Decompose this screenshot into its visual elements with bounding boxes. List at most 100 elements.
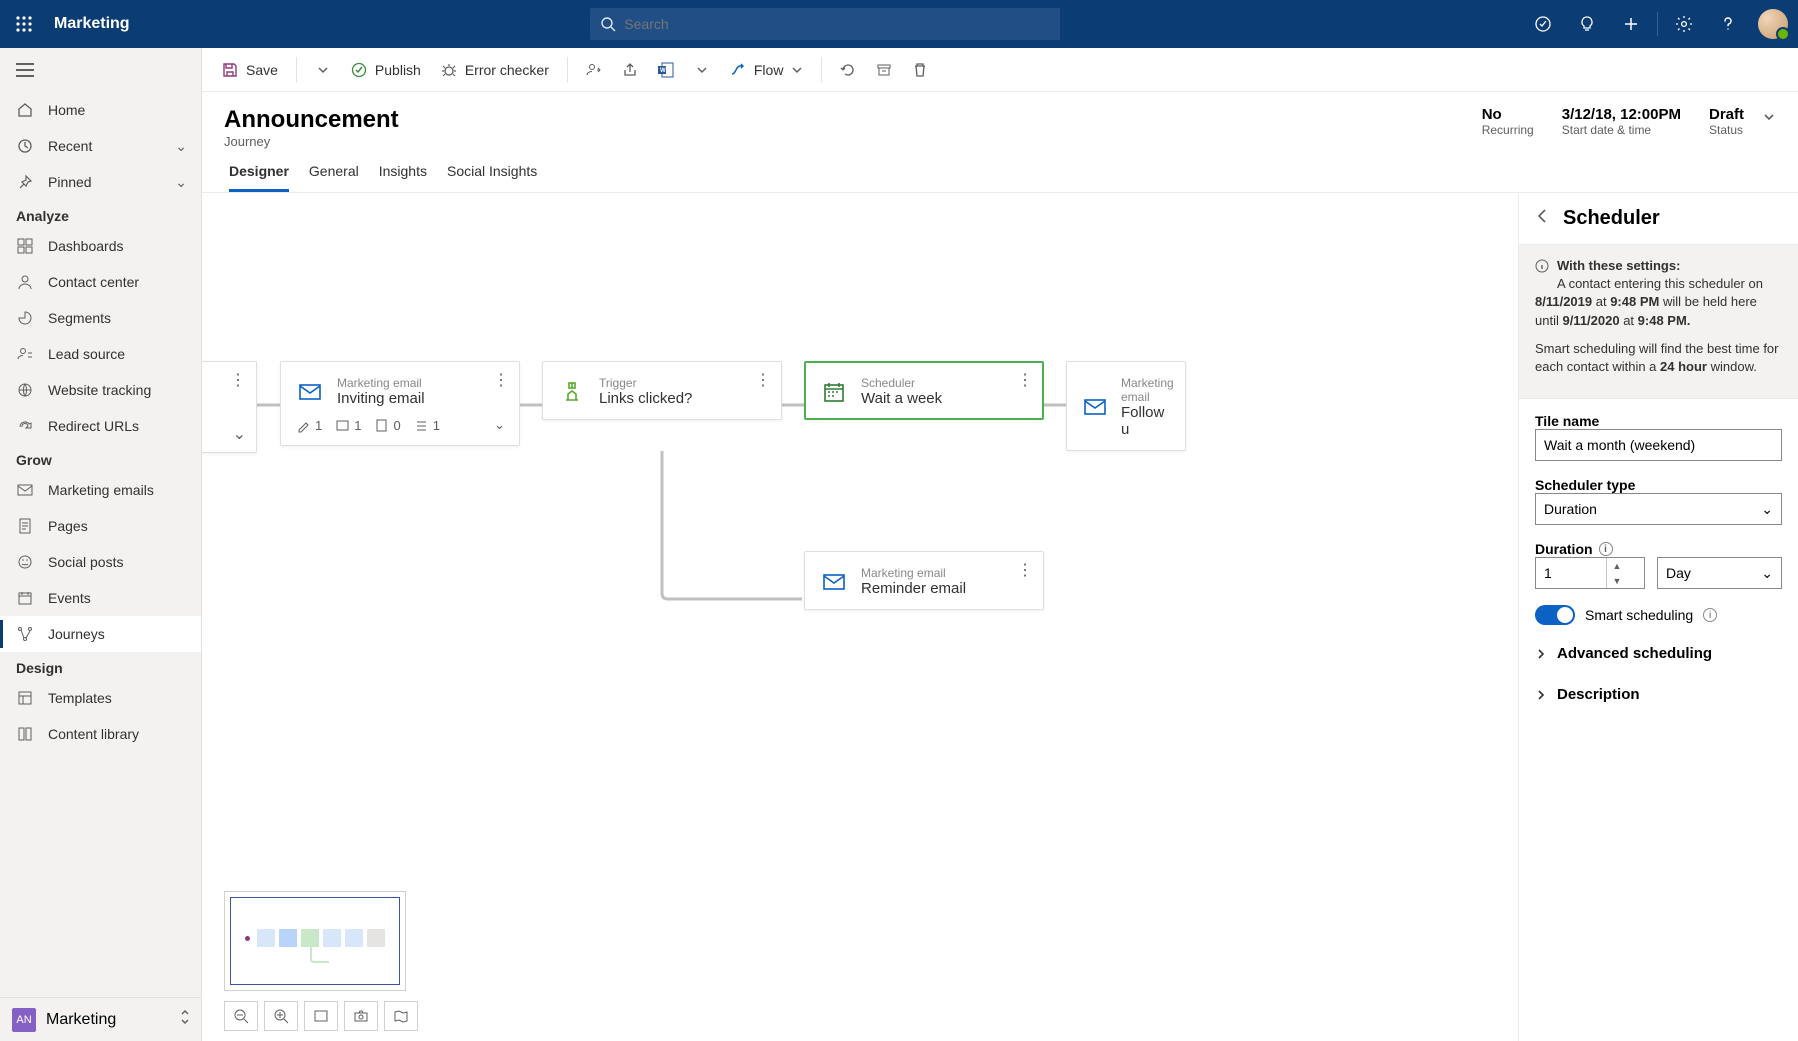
- sidebar-item-events[interactable]: Events: [0, 580, 201, 616]
- journey-tile-inviting-email[interactable]: ⋮ Marketing email Inviting email 1 1 0 1: [280, 361, 520, 446]
- tab-social-insights[interactable]: Social Insights: [447, 163, 537, 192]
- sidebar-item-lead-source[interactable]: Lead source: [0, 336, 201, 372]
- snapshot-button[interactable]: [344, 1001, 378, 1031]
- advanced-scheduling-section[interactable]: Advanced scheduling: [1535, 641, 1782, 666]
- lightbulb-button[interactable]: [1565, 0, 1609, 48]
- org-badge: AN: [12, 1008, 36, 1032]
- template-icon: [16, 690, 34, 706]
- description-section[interactable]: Description: [1535, 682, 1782, 707]
- tab-designer[interactable]: Designer: [229, 163, 289, 192]
- sidebar-item-journeys[interactable]: Journeys: [0, 616, 201, 652]
- panel-back-button[interactable]: [1535, 207, 1551, 230]
- duration-input[interactable]: [1536, 565, 1606, 581]
- sidebar-item-pages[interactable]: Pages: [0, 508, 201, 544]
- smart-scheduling-toggle[interactable]: [1535, 605, 1575, 625]
- sidebar-item-segments[interactable]: Segments: [0, 300, 201, 336]
- scheduler-type-select[interactable]: Duration ⌄: [1535, 493, 1782, 525]
- journey-tile-scheduler[interactable]: ⋮ Scheduler Wait a week: [804, 361, 1044, 420]
- sidebar-footer-label: Marketing: [46, 1011, 116, 1029]
- error-checker-button[interactable]: Error checker: [433, 54, 557, 86]
- step-down-button[interactable]: ▼: [1607, 573, 1627, 588]
- redirect-icon: [16, 418, 34, 434]
- tile-expand-button[interactable]: ⌄: [494, 417, 505, 433]
- journey-tile-reminder-email[interactable]: ⋮ Marketing email Reminder email: [804, 551, 1044, 610]
- home-icon: [16, 102, 34, 118]
- fit-button[interactable]: [304, 1001, 338, 1031]
- tile-name-input[interactable]: [1535, 429, 1782, 461]
- tab-insights[interactable]: Insights: [379, 163, 427, 192]
- publish-button[interactable]: Publish: [343, 54, 429, 86]
- tile-menu-button[interactable]: ⋮: [755, 370, 771, 390]
- journey-canvas[interactable]: ⋮ ⌄ ⋮ Marketing email Inviting email 1: [202, 193, 1518, 1041]
- sidebar-item-home[interactable]: Home: [0, 92, 201, 128]
- tile-title: Links clicked?: [599, 390, 692, 407]
- archive-button[interactable]: [868, 54, 900, 86]
- page-icon: [16, 518, 34, 534]
- tile-menu-button[interactable]: ⋮: [1017, 370, 1033, 390]
- sidebar-item-label: Dashboards: [48, 238, 124, 254]
- global-topbar: Marketing: [0, 0, 1798, 48]
- save-button[interactable]: Save: [214, 54, 286, 86]
- share-button[interactable]: [614, 54, 646, 86]
- sidebar-item-label: Social posts: [48, 554, 123, 570]
- journey-tile-trigger[interactable]: ⋮ Trigger Links clicked?: [542, 361, 782, 420]
- fit-icon: [313, 1008, 329, 1024]
- save-options-button[interactable]: [307, 54, 339, 86]
- tab-general[interactable]: General: [309, 163, 359, 192]
- duration-unit-select[interactable]: Day ⌄: [1657, 557, 1782, 589]
- zoom-in-button[interactable]: [264, 1001, 298, 1031]
- cmd-label: Error checker: [465, 62, 549, 78]
- sidebar-item-content-library[interactable]: Content library: [0, 716, 201, 752]
- word-button[interactable]: W: [650, 54, 682, 86]
- sidebar-item-redirect-urls[interactable]: Redirect URLs: [0, 408, 201, 444]
- delete-button[interactable]: [904, 54, 936, 86]
- step-up-button[interactable]: ▲: [1607, 558, 1627, 573]
- add-button[interactable]: [1609, 0, 1653, 48]
- sidebar-item-label: Lead source: [48, 346, 125, 362]
- hamburger-icon: [16, 63, 34, 77]
- minimap[interactable]: [224, 891, 406, 991]
- list-icon: [415, 419, 428, 432]
- sidebar-item-templates[interactable]: Templates: [0, 680, 201, 716]
- global-search[interactable]: [590, 8, 1060, 40]
- sidebar-item-recent[interactable]: Recent ⌄: [0, 128, 201, 164]
- help-button[interactable]: [1706, 0, 1750, 48]
- trash-icon: [912, 62, 928, 78]
- person-arrow-icon: [586, 62, 602, 78]
- sidebar-item-dashboards[interactable]: Dashboards: [0, 228, 201, 264]
- search-input[interactable]: [624, 16, 1050, 32]
- layout-button[interactable]: [384, 1001, 418, 1031]
- refresh-button[interactable]: [832, 54, 864, 86]
- header-expand-button[interactable]: [1762, 106, 1776, 129]
- sidebar-item-pinned[interactable]: Pinned ⌄: [0, 164, 201, 200]
- tile-menu-button[interactable]: ⋮: [493, 370, 509, 390]
- sidebar-footer[interactable]: AN Marketing: [0, 997, 201, 1041]
- tile-menu-button[interactable]: ⋮: [1017, 560, 1033, 580]
- assistant-button[interactable]: [1521, 0, 1565, 48]
- map-icon: [393, 1008, 409, 1024]
- assign-button[interactable]: [578, 54, 610, 86]
- question-icon: [1719, 15, 1737, 33]
- settings-button[interactable]: [1662, 0, 1706, 48]
- duration-stepper[interactable]: ▲▼: [1535, 557, 1645, 589]
- record-header: Announcement Journey NoRecurring 3/12/18…: [202, 92, 1798, 149]
- card-icon: [336, 419, 349, 432]
- sidebar-item-marketing-emails[interactable]: Marketing emails: [0, 472, 201, 508]
- flow-button[interactable]: Flow: [722, 54, 812, 86]
- info-icon: i: [1703, 608, 1717, 622]
- journey-tile-partial-left[interactable]: ⋮ ⌄: [202, 361, 257, 453]
- sidebar-item-contact-center[interactable]: Contact center: [0, 264, 201, 300]
- word-options-button[interactable]: [686, 54, 718, 86]
- tile-title: Reminder email: [861, 580, 966, 597]
- chevron-down-icon: [1762, 110, 1776, 124]
- mail-icon: [1083, 394, 1107, 420]
- refresh-icon: [840, 62, 856, 78]
- app-launcher-button[interactable]: [0, 16, 48, 32]
- user-avatar[interactable]: [1758, 9, 1788, 39]
- journey-tile-follow-up[interactable]: Marketing email Follow u: [1066, 361, 1186, 451]
- tile-menu-button[interactable]: ⋮: [230, 370, 246, 390]
- zoom-out-button[interactable]: [224, 1001, 258, 1031]
- sidebar-item-social-posts[interactable]: Social posts: [0, 544, 201, 580]
- collapse-menu-button[interactable]: [0, 48, 201, 92]
- sidebar-item-website-tracking[interactable]: Website tracking: [0, 372, 201, 408]
